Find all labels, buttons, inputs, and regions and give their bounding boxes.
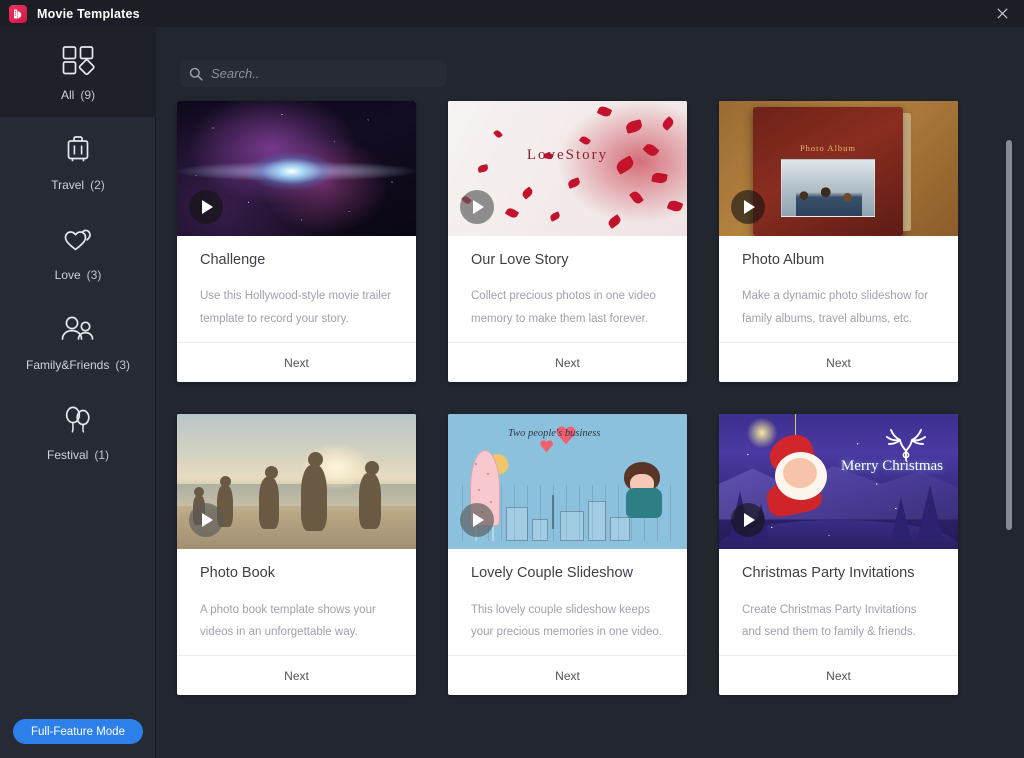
card-body: Challenge Use this Hollywood-style movie… — [177, 236, 416, 330]
sidebar-count-text: (1) — [94, 448, 109, 462]
template-grid: Challenge Use this Hollywood-style movie… — [177, 101, 987, 695]
play-icon[interactable] — [460, 190, 494, 224]
artwork-caption: Two people's business — [508, 428, 600, 439]
heart-icon — [540, 440, 553, 452]
card-body: Lovely Couple Slideshow This lovely coup… — [448, 549, 687, 643]
family-silhouettes — [796, 182, 862, 216]
play-icon[interactable] — [189, 503, 223, 537]
play-icon[interactable] — [731, 503, 765, 537]
full-feature-mode-button[interactable]: Full-Feature Mode — [13, 719, 143, 744]
card-title: Christmas Party Invitations — [742, 565, 935, 582]
template-card[interactable]: Challenge Use this Hollywood-style movie… — [177, 101, 416, 382]
next-button[interactable]: Next — [448, 655, 687, 695]
sidebar-label-text: Festival — [47, 448, 88, 462]
template-thumbnail[interactable] — [177, 414, 416, 549]
sidebar-count-text: (2) — [90, 178, 105, 192]
card-title: Lovely Couple Slideshow — [471, 565, 664, 582]
play-icon[interactable] — [731, 190, 765, 224]
card-body: Photo Book A photo book template shows y… — [177, 549, 416, 643]
sidebar: All (9) Travel (2) — [0, 27, 156, 758]
scrollbar-thumb[interactable] — [1006, 140, 1012, 530]
sidebar-count-text: (3) — [87, 268, 102, 282]
sidebar-label-text: Family&Friends — [26, 358, 109, 372]
template-thumbnail[interactable]: Two people's business — [448, 414, 687, 549]
sidebar-label-text: Travel — [51, 178, 84, 192]
next-button[interactable]: Next — [719, 342, 958, 382]
people-icon — [58, 313, 98, 347]
next-button[interactable]: Next — [719, 655, 958, 695]
sidebar-item-love-label: Love (3) — [55, 268, 102, 282]
artwork-caption: Photo Album — [753, 143, 903, 153]
card-body: Photo Album Make a dynamic photo slidesh… — [719, 236, 958, 330]
grid-icon — [61, 43, 95, 77]
template-thumbnail[interactable] — [177, 101, 416, 236]
hearts-icon — [60, 223, 96, 257]
template-card[interactable]: Photo Book A photo book template shows y… — [177, 414, 416, 695]
card-description: Use this Hollywood-style movie trailer t… — [200, 285, 393, 330]
sidebar-label-text: Love — [55, 268, 81, 282]
template-thumbnail[interactable]: Photo Album — [719, 101, 958, 236]
scrollbar[interactable] — [1006, 27, 1012, 758]
template-card[interactable]: Photo Album Photo Album Make a dynamic p… — [719, 101, 958, 382]
sidebar-item-travel-label: Travel (2) — [51, 178, 105, 192]
album-book: Photo Album — [753, 107, 903, 236]
search-input[interactable] — [211, 66, 446, 81]
template-card[interactable]: Two people's business Lovely Couple Slid… — [448, 414, 687, 695]
main-content: Challenge Use this Hollywood-style movie… — [156, 27, 1024, 758]
sidebar-item-family-friends-label: Family&Friends (3) — [26, 358, 130, 372]
card-description: A photo book template shows your videos … — [200, 599, 393, 644]
card-description: Create Christmas Party Invitations and s… — [742, 599, 935, 644]
card-title: Our Love Story — [471, 252, 664, 269]
sidebar-item-festival[interactable]: Festival (1) — [0, 387, 156, 477]
play-icon[interactable] — [460, 503, 494, 537]
card-description: Make a dynamic photo slideshow for famil… — [742, 285, 935, 330]
boy-body — [626, 488, 662, 518]
card-description: Collect precious photos in one video mem… — [471, 285, 664, 330]
card-body: Our Love Story Collect precious photos i… — [448, 236, 687, 330]
sidebar-item-all[interactable]: All (9) — [0, 27, 156, 117]
card-title: Photo Album — [742, 252, 935, 269]
search-bar[interactable] — [180, 60, 446, 87]
balloons-icon — [60, 403, 96, 437]
sidebar-count-text: (3) — [115, 358, 130, 372]
play-icon[interactable] — [189, 190, 223, 224]
album-inset-photo — [781, 159, 875, 217]
sidebar-count-text: (9) — [80, 88, 95, 102]
template-thumbnail[interactable]: Merry Christmas — [719, 414, 958, 549]
movie-app-logo-icon — [9, 5, 27, 23]
title-bar: Movie Templates — [0, 0, 1024, 27]
card-body: Christmas Party Invitations Create Chris… — [719, 549, 958, 643]
sidebar-item-love[interactable]: Love (3) — [0, 207, 156, 297]
app-shell: All (9) Travel (2) — [0, 27, 1024, 758]
card-title: Challenge — [200, 252, 393, 269]
card-title: Photo Book — [200, 565, 393, 582]
template-card[interactable]: Merry Christmas Christmas Party Invitati… — [719, 414, 958, 695]
template-card[interactable]: LoveStory Our Love Story Collect preciou… — [448, 101, 687, 382]
sidebar-item-travel[interactable]: Travel (2) — [0, 117, 156, 207]
window-title: Movie Templates — [37, 7, 140, 21]
close-icon[interactable] — [980, 0, 1024, 27]
template-thumbnail[interactable]: LoveStory — [448, 101, 687, 236]
tower-spire — [552, 495, 554, 529]
sidebar-item-festival-label: Festival (1) — [47, 448, 109, 462]
search-icon — [189, 67, 203, 81]
sidebar-label-text: All — [61, 88, 74, 102]
sidebar-item-family-friends[interactable]: Family&Friends (3) — [0, 297, 156, 387]
next-button[interactable]: Next — [448, 342, 687, 382]
artwork-caption: LoveStory — [448, 147, 687, 164]
next-button[interactable]: Next — [177, 342, 416, 382]
suitcase-icon — [61, 133, 95, 167]
sidebar-item-all-label: All (9) — [61, 88, 95, 102]
card-description: This lovely couple slideshow keeps your … — [471, 599, 664, 644]
next-button[interactable]: Next — [177, 655, 416, 695]
